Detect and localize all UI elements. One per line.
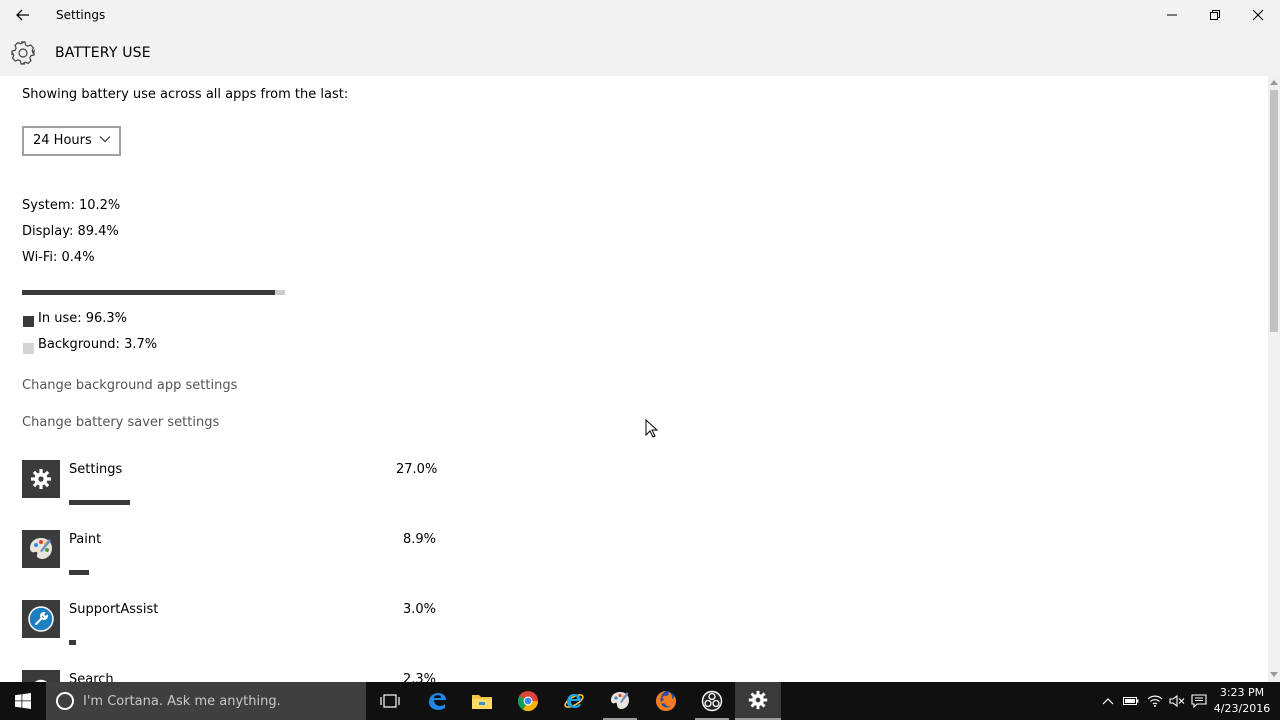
mouse-cursor-icon	[645, 419, 659, 438]
display-usage: Display: 89.4%	[22, 224, 119, 239]
app-name: SupportAssist	[69, 602, 159, 617]
battery-saver-settings-link[interactable]: Change battery saver settings	[22, 415, 219, 430]
system-usage: System: 10.2%	[22, 198, 121, 213]
app-percent: 3.0%	[403, 602, 437, 617]
battery-use-content: Showing battery use across all apps from…	[0, 76, 1268, 682]
background-swatch	[23, 343, 34, 354]
wifi-usage: Wi-Fi: 0.4%	[22, 250, 95, 265]
in-use-swatch	[23, 316, 34, 327]
taskbar-clock[interactable]: 3:23 PM 4/23/2016	[1210, 685, 1274, 717]
chrome-taskbar-button[interactable]	[505, 682, 551, 720]
volume-muted-icon	[1169, 694, 1185, 708]
background-label: Background: 3.7%	[38, 337, 158, 352]
show-hidden-icons-button[interactable]	[1098, 682, 1118, 720]
page-header: BATTERY USE	[0, 30, 1280, 76]
app-usage-bar	[69, 500, 130, 505]
app-percent: 27.0%	[396, 462, 438, 477]
action-center-button[interactable]	[1188, 682, 1210, 720]
paint-app-icon	[22, 530, 60, 568]
cortana-icon	[56, 692, 74, 710]
settings-icon	[748, 690, 768, 710]
supportassist-app-icon	[22, 600, 60, 638]
file-explorer-taskbar-button[interactable]	[459, 682, 505, 720]
close-button[interactable]	[1236, 0, 1280, 30]
volume-tray-button[interactable]	[1166, 682, 1188, 720]
chrome-icon	[517, 691, 539, 712]
paint-taskbar-button[interactable]	[597, 682, 643, 720]
app-percent: 8.9%	[403, 532, 437, 547]
chevron-up-icon	[1102, 698, 1114, 705]
task-view-icon	[380, 694, 400, 708]
obs-icon	[701, 690, 723, 712]
search-app-icon	[22, 670, 60, 682]
settings-taskbar-button[interactable]	[735, 682, 781, 720]
page-title: BATTERY USE	[55, 45, 151, 61]
clock-date: 4/23/2016	[1213, 702, 1271, 715]
edge-taskbar-button[interactable]	[414, 682, 460, 720]
internet-explorer-icon	[564, 694, 584, 708]
timeframe-dropdown[interactable]: 24 Hours	[22, 126, 121, 156]
back-button[interactable]	[12, 4, 34, 26]
action-center-icon	[1191, 694, 1207, 708]
firefox-taskbar-button[interactable]	[643, 682, 689, 720]
app-usage-bar	[69, 640, 76, 645]
gear-icon	[11, 41, 35, 65]
start-button[interactable]	[0, 682, 46, 720]
close-icon	[1252, 9, 1264, 21]
app-usage-bar	[69, 570, 89, 575]
chevron-down-icon	[99, 136, 111, 143]
in-use-label: In use: 96.3%	[38, 311, 128, 326]
intro-text: Showing battery use across all apps from…	[22, 87, 349, 102]
edge-icon	[429, 693, 446, 710]
cortana-placeholder: I'm Cortana. Ask me anything.	[83, 694, 281, 709]
scroll-up-icon[interactable]	[1270, 77, 1278, 87]
arrow-left-icon	[16, 9, 29, 21]
app-name: Settings	[69, 462, 123, 477]
app-name: Paint	[69, 532, 102, 547]
minimize-button[interactable]	[1150, 0, 1194, 30]
network-tray-button[interactable]	[1144, 682, 1166, 720]
timeframe-value: 24 Hours	[33, 133, 92, 148]
battery-tray-button[interactable]	[1120, 682, 1142, 720]
taskbar: I'm Cortana. Ask me anything. 3:23 PM 4/…	[0, 682, 1280, 720]
cortana-search-box[interactable]: I'm Cortana. Ask me anything.	[46, 682, 366, 720]
in-use-fill	[22, 290, 276, 295]
scrollbar-thumb[interactable]	[1270, 90, 1278, 332]
title-bar: Settings	[0, 0, 1280, 30]
background-app-settings-link[interactable]: Change background app settings	[22, 378, 237, 393]
restore-icon	[1210, 10, 1220, 20]
app-percent: 2.3%	[403, 672, 437, 682]
paint-icon	[611, 692, 629, 709]
settings-app-icon	[22, 460, 60, 498]
minimize-icon	[1167, 14, 1177, 16]
firefox-icon	[656, 691, 676, 711]
file-explorer-icon	[472, 695, 492, 709]
clock-time: 3:23 PM	[1219, 686, 1265, 699]
wrench-icon	[28, 606, 54, 632]
vertical-scrollbar[interactable]	[1268, 76, 1280, 682]
wifi-icon	[1147, 695, 1163, 707]
battery-icon	[1123, 697, 1139, 705]
restore-button[interactable]	[1193, 0, 1237, 30]
scroll-down-icon[interactable]	[1270, 670, 1278, 680]
windows-logo-icon	[15, 693, 31, 709]
paint-palette-icon	[30, 538, 52, 559]
task-view-button[interactable]	[367, 682, 413, 720]
obs-taskbar-button[interactable]	[689, 682, 735, 720]
app-name: Search	[69, 672, 114, 682]
internet-explorer-taskbar-button[interactable]	[551, 682, 597, 720]
gear-icon	[31, 469, 51, 489]
usage-progress-bar	[22, 290, 285, 295]
window-title: Settings	[56, 8, 106, 22]
